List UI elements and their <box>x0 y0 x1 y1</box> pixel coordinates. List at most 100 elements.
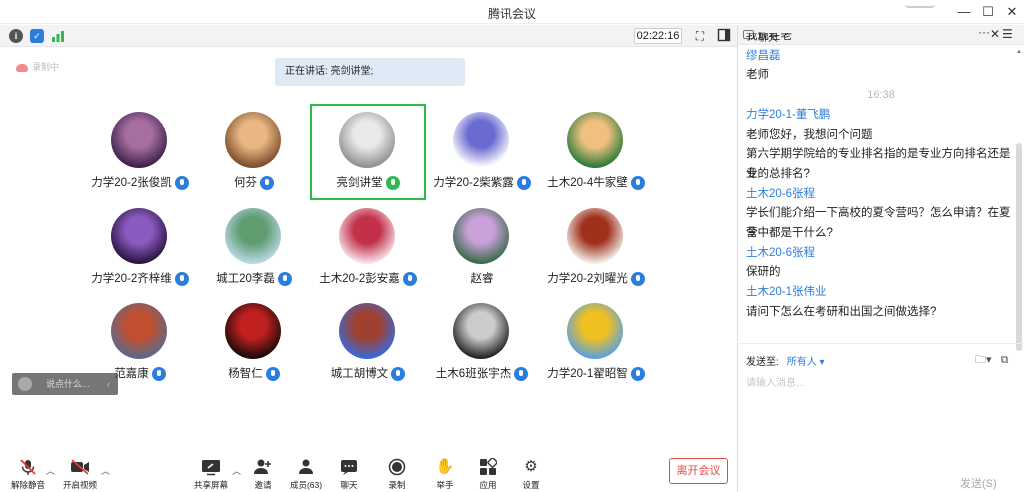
mic-icon <box>277 271 292 286</box>
message-sender: 土木20-6张程 <box>746 187 816 200</box>
unmute-button[interactable]: 解除静音 <box>6 458 50 491</box>
hand-icon: ✋ <box>435 458 455 475</box>
chat-tools: 🗀▾ ⧉ <box>975 351 1008 370</box>
audio-options-chevron-icon[interactable]: ︿ <box>46 464 55 477</box>
shield-icon[interactable]: ✓ <box>30 29 44 43</box>
avatar <box>225 303 281 359</box>
message-text: 老师 <box>746 69 769 82</box>
chat-icon <box>339 458 359 476</box>
apps-button[interactable]: 应用 <box>466 457 510 491</box>
participant-tile[interactable]: 力学20-2柴紫露 <box>424 104 540 200</box>
info-icon[interactable]: i <box>9 29 23 43</box>
participant-name-text: 赵睿 <box>470 273 494 285</box>
message-sender: 土木20-6张程 <box>746 246 816 259</box>
maximize-button[interactable]: ☐ <box>976 2 1000 22</box>
mic-icon <box>391 366 406 381</box>
message-text: 营中都是干什么? <box>746 227 833 239</box>
collapse-chevron-icon[interactable]: ‹ <box>107 373 110 395</box>
chat-button[interactable]: 聊天 <box>327 458 371 491</box>
leave-meeting-button[interactable]: 离开会议 <box>669 458 728 484</box>
start-video-label: 开启视频 <box>62 480 97 490</box>
meeting-info-bar: i ✓ 02:22:16 ⛶ <box>0 25 737 47</box>
avatar <box>567 112 623 168</box>
unmute-label: 解除静音 <box>10 480 45 490</box>
participant-name-text: 土木20-2彭安嘉 <box>319 273 400 285</box>
participant-name-text: 力学20-2齐梓维 <box>91 273 172 285</box>
active-speaker-banner: 正在讲话: 亮剑讲堂; <box>275 58 465 86</box>
participant-tile[interactable]: 杨智仁 <box>196 295 312 391</box>
message-text: 老师您好，我想问个问题 <box>746 128 873 141</box>
participant-tile[interactable]: 土木20-2彭安嘉 <box>310 200 426 296</box>
participant-name: 力学20-2齐梓维 <box>74 270 206 286</box>
participant-name-text: 城工胡博文 <box>330 368 389 380</box>
participant-tile[interactable]: 城工胡博文 <box>310 295 426 391</box>
participant-tile[interactable]: 力学20-1翟昭智 <box>538 295 654 391</box>
participant-tile[interactable]: 土木20-4牛家壁 <box>538 104 654 200</box>
meeting-window: 腾讯会议 — ☐ ✕ i ✓ 02:22:16 ⛶ 录制中 正在讲话: 亮剑讲堂… <box>0 0 1024 492</box>
message-sender: 力学20-1-董飞鹏 <box>746 108 831 121</box>
avatar <box>453 208 509 264</box>
mic-icon <box>174 175 189 190</box>
mic-icon <box>385 175 400 190</box>
screenshot-icon[interactable]: ⧉ <box>1001 354 1009 366</box>
close-window-button[interactable]: ✕ <box>1000 2 1024 22</box>
avatar <box>339 303 395 359</box>
participant-tile[interactable]: 土木6班张宇杰 <box>424 295 540 391</box>
mic-icon <box>516 175 531 190</box>
mic-icon <box>630 366 645 381</box>
apps-icon <box>478 457 498 476</box>
settings-button[interactable]: ⚙ 设置 <box>509 458 553 491</box>
layout-icon[interactable] <box>716 28 732 44</box>
participant-name: 土木6班张宇杰 <box>416 365 548 381</box>
drag-handle[interactable] <box>905 2 935 8</box>
gear-icon: ⚙ <box>524 458 538 475</box>
participant-tile[interactable]: 何芬 <box>196 104 312 200</box>
chat-scrollbar[interactable]: ▲ <box>1016 49 1022 351</box>
start-video-button[interactable]: 开启视频 <box>58 458 102 491</box>
apps-label: 应用 <box>479 480 497 490</box>
participant-name: 亮剑讲堂 <box>302 174 434 190</box>
participant-name-text: 力学20-2张俊凯 <box>91 177 172 189</box>
invite-button[interactable]: 邀请 <box>241 458 285 491</box>
participant-tile[interactable]: 赵睿 <box>424 200 540 296</box>
emoji-icon[interactable] <box>18 377 32 391</box>
chat-message-list[interactable]: 我现在老 缪昌磊 老师 16:38 力学20-1-董飞鹏 老师您好，我想问个问题 第六学期学… <box>746 33 1016 339</box>
signal-icon[interactable] <box>51 29 65 43</box>
participant-name: 力学20-2柴紫露 <box>416 174 548 190</box>
mic-icon <box>630 271 645 286</box>
folder-icon[interactable]: 🗀▾ <box>975 354 992 366</box>
meeting-toolbar: 解除静音 ︿ 开启视频 ︿ 共享屏幕 ︿ 邀请 成员(63) 聊天 录制 ✋ 举… <box>0 446 737 492</box>
scroll-up-icon[interactable]: ▲ <box>1016 49 1022 55</box>
avatar <box>453 303 509 359</box>
mic-icon <box>174 271 189 286</box>
share-options-chevron-icon[interactable]: ︿ <box>232 464 241 477</box>
send-to-row: 发送至: 所有人 ▾ <box>746 353 825 368</box>
participant-tile[interactable]: 力学20-2齐梓维 <box>82 200 198 296</box>
members-button[interactable]: 成员(63) <box>284 458 328 491</box>
participant-tile[interactable]: 城工20李磊 <box>196 200 312 296</box>
avatar <box>225 112 281 168</box>
minimize-button[interactable]: — <box>952 2 976 22</box>
scroll-thumb[interactable] <box>1016 143 1022 351</box>
camera-off-icon <box>70 458 90 476</box>
raise-hand-button[interactable]: ✋ 举手 <box>423 458 467 491</box>
share-screen-button[interactable]: 共享屏幕 <box>189 458 233 491</box>
chat-input[interactable]: 请输入消息... <box>746 374 804 389</box>
send-button[interactable]: 发送(S) <box>960 475 997 491</box>
participant-tile[interactable]: 亮剑讲堂 <box>310 104 426 200</box>
participant-tile[interactable]: 力学20-2刘曜光 <box>538 200 654 296</box>
send-to-select[interactable]: 所有人 ▾ <box>787 357 825 368</box>
participant-name: 土木20-2彭安嘉 <box>302 270 434 286</box>
fullscreen-icon[interactable]: ⛶ <box>692 28 708 44</box>
participant-name: 力学20-2刘曜光 <box>530 270 662 286</box>
record-button[interactable]: 录制 <box>375 458 419 491</box>
quick-chat-input[interactable]: 说点什么... ‹ <box>12 373 118 395</box>
avatar <box>225 208 281 264</box>
video-options-chevron-icon[interactable]: ︿ <box>101 464 110 477</box>
message-sender: 土木20-1张伟业 <box>746 286 827 299</box>
message-timestamp: 16:38 <box>867 89 895 102</box>
participant-name-text: 何芬 <box>234 177 257 189</box>
raise-hand-label: 举手 <box>436 480 454 490</box>
participant-tile[interactable]: 力学20-2张俊凯 <box>82 104 198 200</box>
avatar <box>567 303 623 359</box>
